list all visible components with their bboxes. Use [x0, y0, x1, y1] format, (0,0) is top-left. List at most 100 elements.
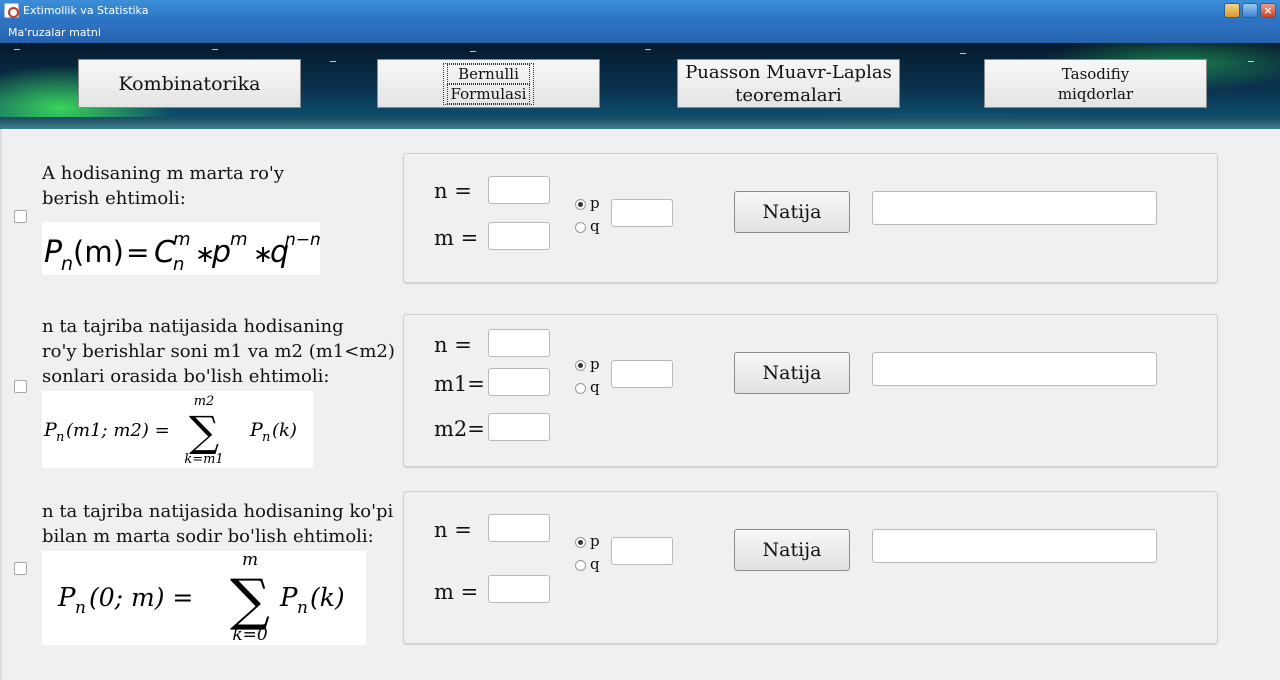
header-banner: Kombinatorika Bernulli Formulasi Puasson…	[0, 43, 1280, 129]
formula1-p-sup: m	[230, 229, 248, 250]
section2-m2-label: m2=	[434, 417, 485, 441]
nav-tasodifiy-button[interactable]: Tasodifiy miqdorlar	[984, 59, 1207, 108]
section3-checkbox[interactable]	[14, 562, 27, 575]
section1-n-input[interactable]	[488, 176, 550, 204]
section2-radio-q[interactable]	[575, 383, 586, 394]
formula1-p: p	[211, 235, 231, 270]
title-bar: Extimollik va Statistika ×	[0, 0, 1280, 22]
section1-radio-p[interactable]	[575, 199, 586, 210]
section1-prob-input[interactable]	[611, 199, 673, 227]
section2-radio-p-label: p	[590, 355, 600, 373]
section1-radio-q[interactable]	[575, 222, 586, 233]
formula3-lhs-args: (0; m) =	[89, 583, 193, 612]
section2-result-field[interactable]	[872, 352, 1157, 386]
menu-bar: Ma'ruzalar matni	[0, 22, 1280, 43]
formula1-n-sub: n	[61, 253, 73, 275]
section2-n-label: n =	[434, 333, 472, 357]
formula3-sigma: ∑	[230, 568, 270, 633]
section3-desc-line1: n ta tajriba natijasida hodisaning ko'pi	[42, 501, 394, 522]
section1-panel: n = m = p q Natija	[403, 153, 1218, 283]
formula2-lhs-sub: n	[56, 430, 64, 445]
section2-description: n ta tajriba natijasida hodisaning ro'y …	[42, 314, 395, 389]
section2-desc-line1: n ta tajriba natijasida hodisaning	[42, 316, 344, 337]
maximize-icon[interactable]	[1242, 3, 1258, 18]
section3-description: n ta tajriba natijasida hodisaning ko'pi…	[42, 499, 393, 549]
menu-item-maruzalar-matni[interactable]: Ma'ruzalar matni	[8, 26, 101, 39]
formula1-m-args: (m)	[73, 235, 124, 269]
section3-m-input[interactable]	[488, 575, 550, 603]
formula1-C-sup: m	[173, 229, 191, 250]
formula3-rhs-P: P	[279, 583, 298, 613]
section2-formula-svg: P n (m1; m2) = m2 ∑ k=m1 P n (k)	[43, 394, 297, 467]
formula3-rhs-args: (k)	[310, 583, 345, 612]
section1-radio-q-label: q	[590, 217, 600, 235]
formula3-lhs-P: P	[57, 583, 76, 613]
nav-kombinatorika-button[interactable]: Kombinatorika	[78, 59, 301, 108]
section3-radio-q-label: q	[590, 555, 600, 573]
formula1-q-sup: n−m	[285, 230, 320, 250]
section3-result-field[interactable]	[872, 529, 1157, 563]
section2-n-input[interactable]	[488, 329, 550, 357]
section3-n-label: n =	[434, 518, 472, 542]
formula2-sum-bottom: k=m1	[184, 452, 223, 467]
section3-prob-input[interactable]	[611, 537, 673, 565]
minimize-icon[interactable]	[1224, 3, 1240, 18]
section3-formula-svg: P n (0; m) = m ∑ k=0 P n (k)	[57, 551, 345, 645]
section3-n-input[interactable]	[488, 514, 550, 542]
section2-m1-input[interactable]	[488, 368, 550, 396]
section3-m-label: m =	[434, 580, 479, 604]
formula1-eq: =	[126, 236, 149, 269]
section2-panel: n = m1= m2= p q Natija	[403, 314, 1218, 467]
formula2-rhs-args: (k)	[272, 420, 297, 441]
section2-radio-p[interactable]	[575, 360, 586, 371]
section1-desc-line1: A hodisaning m marta ro'y	[42, 163, 285, 184]
section2-formula: P n (m1; m2) = m2 ∑ k=m1 P n (k)	[42, 391, 313, 468]
section3-panel: n = m = p q Natija	[403, 491, 1218, 644]
section1-formula-svg: P n (m) = C m n ∗ p m ∗ q n−m	[44, 229, 320, 275]
formula1-C-sub: n	[173, 254, 184, 275]
nav-puasson-line2: teoremalari	[735, 84, 842, 106]
nav-puasson-button[interactable]: Puasson Muavr-Laplas teoremalari	[677, 59, 900, 108]
section2-desc-line2: ro'y berishlar soni m1 va m2 (m1<m2)	[42, 341, 395, 362]
formula3-sum-bottom: k=0	[232, 625, 268, 645]
section3-radio-p-label: p	[590, 532, 600, 550]
app-icon	[4, 3, 19, 18]
formula3-lhs-sub: n	[75, 598, 86, 618]
close-icon[interactable]: ×	[1260, 3, 1276, 18]
section2-m1-label: m1=	[434, 372, 485, 396]
formula3-rhs-sub: n	[297, 598, 308, 618]
section2-desc-line3: sonlari orasida bo'lish ehtimoli:	[42, 366, 330, 387]
section1-radio-p-label: p	[590, 194, 600, 212]
section1-description: A hodisaning m marta ro'y berish ehtimol…	[42, 161, 284, 211]
section3-formula: P n (0; m) = m ∑ k=0 P n (k)	[42, 551, 366, 645]
section1-checkbox[interactable]	[14, 210, 27, 223]
section2-prob-input[interactable]	[611, 360, 673, 388]
formula1-C: C	[154, 235, 175, 270]
nav-bernulli-line1: Bernulli	[446, 63, 531, 84]
formula2-lhs-args: (m1; m2) =	[66, 420, 170, 441]
formula2-sigma: ∑	[189, 407, 219, 456]
nav-tasodifiy-line2: miqdorlar	[1057, 84, 1134, 103]
section1-desc-line2: berish ehtimoli:	[42, 188, 186, 209]
section3-radio-q[interactable]	[575, 560, 586, 571]
section1-m-label: m =	[434, 226, 479, 250]
nav-bernulli-label: Bernulli Formulasi	[442, 62, 535, 105]
section2-checkbox[interactable]	[14, 380, 27, 393]
window-title: Extimollik va Statistika	[23, 4, 149, 17]
section2-natija-button[interactable]: Natija	[734, 352, 850, 394]
section1-formula: P n (m) = C m n ∗ p m ∗ q n−m	[42, 222, 320, 275]
nav-bernulli-button[interactable]: Bernulli Formulasi	[377, 59, 600, 108]
section2-m2-input[interactable]	[488, 413, 550, 441]
nav-bernulli-line2: Formulasi	[446, 83, 531, 104]
formula2-rhs-sub: n	[262, 430, 270, 445]
section1-m-input[interactable]	[488, 222, 550, 250]
section3-desc-line2: bilan m marta sodir bo'lish ehtimoli:	[42, 526, 374, 547]
section1-result-field[interactable]	[872, 191, 1157, 225]
section3-natija-button[interactable]: Natija	[734, 529, 850, 571]
nav-kombinatorika-label: Kombinatorika	[118, 72, 261, 95]
nav-puasson-line1: Puasson Muavr-Laplas	[685, 61, 892, 83]
nav-tasodifiy-line1: Tasodifiy	[1061, 64, 1130, 83]
main-content: A hodisaning m marta ro'y berish ehtimol…	[0, 129, 1280, 680]
section3-radio-p[interactable]	[575, 537, 586, 548]
section1-natija-button[interactable]: Natija	[734, 191, 850, 233]
